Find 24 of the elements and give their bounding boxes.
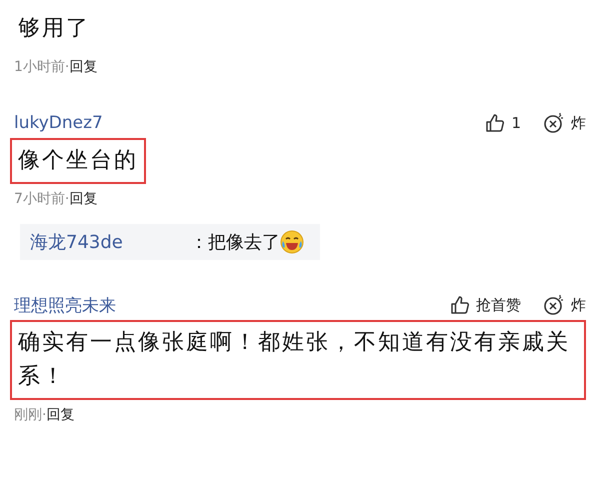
- timestamp: 7小时前: [14, 191, 65, 207]
- comment-text: 确实有一点像张庭啊！都姓张，不知道有没有亲戚关系！: [10, 320, 586, 400]
- comment-text: 像个坐台的: [10, 138, 146, 184]
- thumbs-up-icon: [485, 113, 506, 133]
- reply-link[interactable]: 回复: [46, 407, 74, 423]
- username-link[interactable]: 理想照亮未来: [14, 294, 116, 316]
- like-button[interactable]: 抢首赞: [450, 295, 521, 315]
- separator-dot: ·: [64, 191, 70, 207]
- reply-link[interactable]: 回复: [69, 191, 98, 207]
- timestamp: 刚刚: [14, 407, 42, 423]
- reply-link[interactable]: 回复: [69, 59, 98, 75]
- comment-text: 够用了: [17, 15, 91, 43]
- separator-dot: ·: [42, 407, 46, 423]
- username-link[interactable]: 海龙743de: [30, 230, 190, 254]
- bomb-button[interactable]: 炸: [543, 294, 586, 316]
- username-link[interactable]: lukyDnez7: [14, 113, 103, 133]
- separator-dot: ·: [64, 59, 70, 75]
- thumbs-up-icon: [450, 295, 470, 315]
- like-button[interactable]: 1: [485, 113, 521, 133]
- reply-text: ：把像去了: [190, 231, 280, 254]
- bomb-icon: [543, 294, 565, 316]
- bomb-icon: [543, 112, 565, 134]
- bomb-button[interactable]: 炸: [543, 112, 586, 134]
- timestamp: 1小时前: [14, 59, 65, 75]
